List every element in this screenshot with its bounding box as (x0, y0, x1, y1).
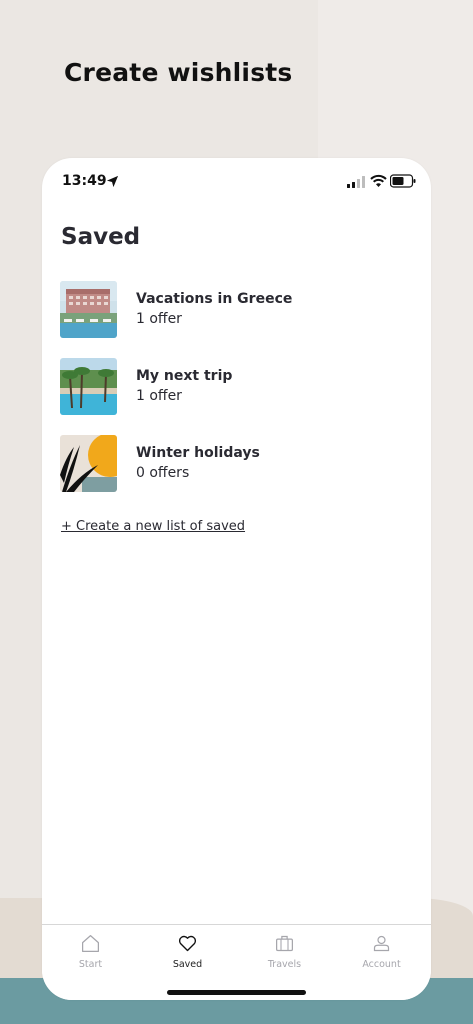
signal-icon (347, 176, 365, 188)
battery-icon (390, 174, 416, 188)
heart-icon (178, 935, 197, 952)
tab-travels[interactable]: Travels (236, 925, 333, 985)
tab-saved[interactable]: Saved (139, 925, 236, 985)
tab-label: Travels (267, 959, 302, 970)
saved-list-item[interactable]: My next trip 1 offer (60, 358, 410, 418)
suitcase-icon (276, 935, 293, 952)
user-icon (373, 935, 390, 952)
home-icon (82, 935, 99, 952)
saved-list-item[interactable]: Winter holidays 0 offers (60, 435, 410, 495)
home-indicator (167, 990, 306, 995)
status-bar: 13:49 (42, 158, 431, 206)
tab-label: Saved (172, 959, 203, 970)
list-offer-count: 1 offer (136, 388, 182, 404)
list-title: My next trip (136, 368, 233, 384)
list-offer-count: 1 offer (136, 311, 182, 327)
tab-label: Account (362, 959, 401, 970)
tab-start[interactable]: Start (42, 925, 139, 985)
wifi-icon (370, 174, 387, 187)
create-new-list-link[interactable]: + Create a new list of saved (61, 519, 245, 534)
list-thumbnail-pool (60, 358, 117, 415)
list-thumbnail-hotel (60, 281, 117, 338)
page-title: Saved (61, 224, 141, 250)
location-arrow-icon (106, 175, 119, 188)
tab-label: Start (78, 959, 103, 970)
list-title: Vacations in Greece (136, 291, 293, 307)
list-thumbnail-illustration (60, 435, 117, 492)
phone-screen: 13:49 Saved Vacations in Greece 1 offer … (42, 158, 431, 1000)
saved-list-item[interactable]: Vacations in Greece 1 offer (60, 281, 410, 341)
status-time: 13:49 (62, 173, 107, 189)
list-offer-count: 0 offers (136, 465, 190, 481)
list-title: Winter holidays (136, 445, 260, 461)
promo-headline: Create wishlists (64, 58, 293, 87)
tab-bar: Start Saved Travels Account (42, 924, 431, 1000)
tab-account[interactable]: Account (333, 925, 430, 985)
